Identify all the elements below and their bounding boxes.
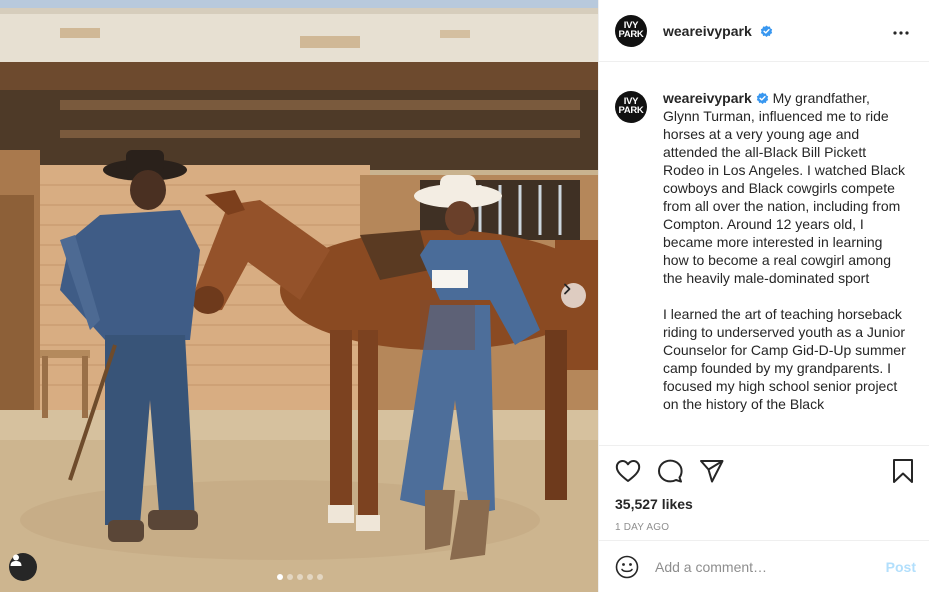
avatar-text: PARK (618, 28, 644, 40)
like-button[interactable] (615, 459, 641, 483)
caption: weareivypark My grandfather, Glynn Turma… (663, 89, 907, 431)
comment-input[interactable] (655, 558, 886, 575)
caption-paragraph: I learned the art of teaching horseback … (663, 305, 907, 413)
comment-button[interactable] (657, 459, 683, 483)
post-header: IVY PARK weareivypark (599, 0, 929, 62)
carousel-dot (287, 574, 293, 580)
verified-badge-icon (756, 92, 768, 104)
more-options-button[interactable] (889, 18, 913, 44)
post-side-panel: IVY PARK weareivypark IVY PARK weareivyp… (598, 0, 929, 592)
likes-count[interactable]: 35,527 likes (615, 496, 914, 512)
share-button[interactable] (699, 459, 725, 483)
caption-text: My grandfather, Glynn Turman, influenced… (663, 90, 906, 286)
post-photo[interactable] (0, 0, 598, 592)
avatar[interactable]: IVY PARK (615, 91, 647, 123)
bookmark-icon (893, 459, 913, 483)
carousel-dot (297, 574, 303, 580)
comment-bar: Post (599, 540, 929, 592)
post-comment-button[interactable]: Post (886, 559, 916, 575)
carousel-dot (307, 574, 313, 580)
action-icons (615, 446, 914, 496)
cowboy-photo-illustration (0, 0, 598, 592)
chevron-right-icon (564, 283, 571, 295)
paper-plane-icon (700, 460, 724, 483)
caption-scroll-area[interactable]: IVY PARK weareivypark My grandfather, Gl… (599, 63, 929, 445)
emoji-button[interactable] (615, 555, 639, 579)
user-icon (10, 554, 22, 566)
caption-text: I learned the art of teaching horseback … (663, 306, 906, 412)
caption-paragraph: weareivypark My grandfather, Glynn Turma… (663, 89, 907, 287)
username-text: weareivypark (663, 22, 752, 39)
carousel-dot (277, 574, 283, 580)
heart-icon (615, 460, 641, 482)
carousel-indicator (277, 574, 323, 580)
avatar-text: PARK (618, 105, 644, 116)
carousel-next-button[interactable] (561, 283, 586, 308)
username-text: weareivypark (663, 90, 752, 106)
more-options-icon (893, 30, 909, 35)
save-button[interactable] (892, 458, 914, 484)
caption-row: IVY PARK weareivypark My grandfather, Gl… (615, 89, 914, 431)
avatar[interactable]: IVY PARK (615, 14, 647, 47)
post-timestamp[interactable]: 1 DAY AGO (615, 522, 914, 533)
username-link[interactable]: weareivypark (663, 23, 773, 39)
tagged-users-button[interactable] (9, 553, 37, 581)
caption-username-link[interactable]: weareivypark (663, 90, 769, 106)
emoji-icon (615, 555, 639, 578)
post-actions: 35,527 likes 1 DAY AGO (599, 445, 929, 540)
carousel-dot (317, 574, 323, 580)
comment-icon (658, 459, 683, 483)
verified-badge-icon (760, 24, 772, 37)
